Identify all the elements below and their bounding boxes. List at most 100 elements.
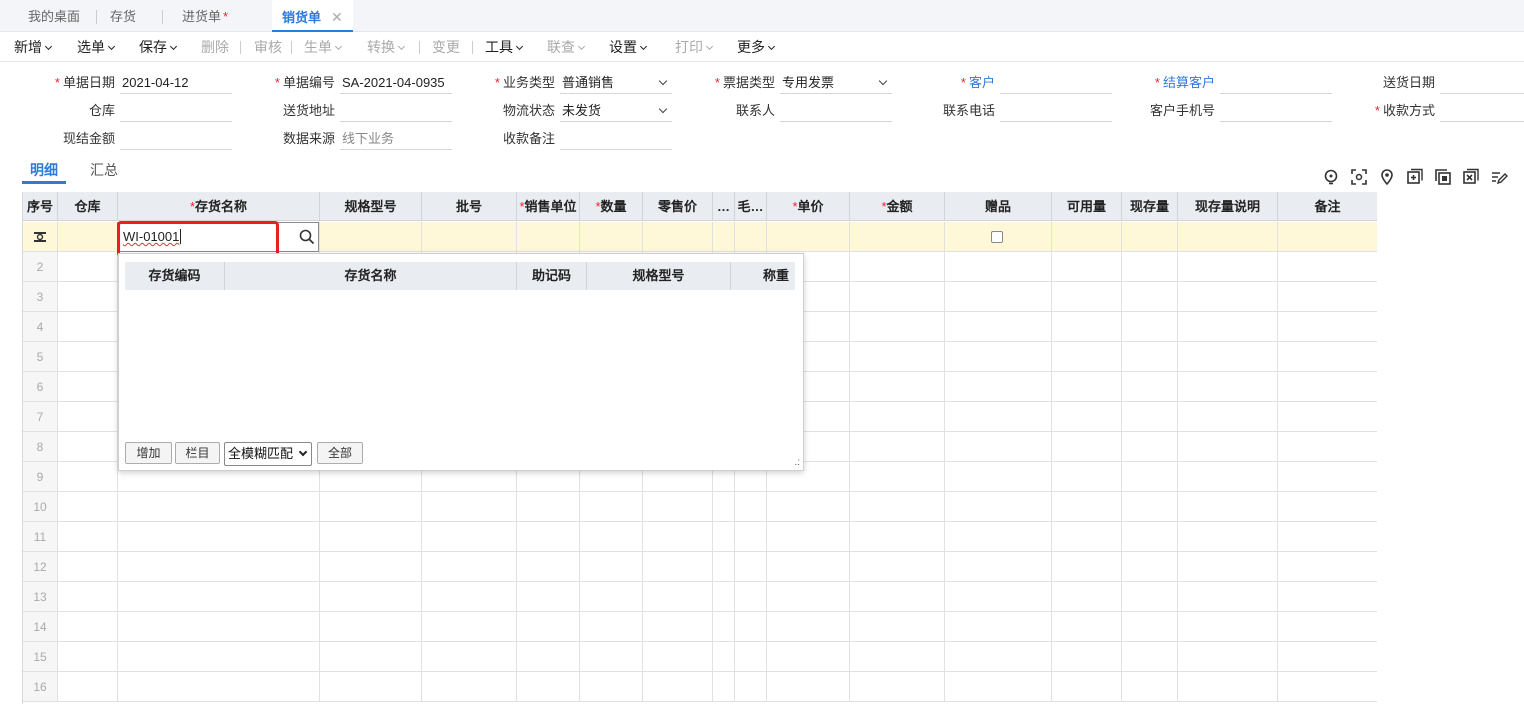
table-cell[interactable] [1278, 582, 1377, 612]
search-icon[interactable] [299, 229, 315, 245]
table-cell[interactable] [1122, 612, 1178, 642]
table-cell[interactable] [422, 222, 517, 252]
logistics_status-field[interactable]: 未发货 [560, 100, 672, 122]
table-cell[interactable] [58, 342, 118, 372]
table-cell[interactable] [850, 252, 945, 282]
table-cell[interactable] [1122, 672, 1178, 702]
table-cell[interactable] [422, 672, 517, 702]
table-cell[interactable] [1278, 492, 1377, 522]
column-header[interactable]: *单价 [767, 192, 850, 221]
add-button[interactable]: 增加 [125, 442, 172, 464]
table-cell[interactable] [1178, 612, 1278, 642]
tab-3[interactable]: 销货单 ✕ [272, 0, 353, 32]
resize-handle-icon[interactable]: .: [794, 458, 800, 468]
table-cell[interactable] [517, 582, 580, 612]
table-cell[interactable] [58, 462, 118, 492]
table-cell[interactable] [643, 492, 713, 522]
table-cell[interactable] [945, 222, 1052, 252]
table-cell[interactable] [1052, 312, 1122, 342]
column-header[interactable]: 现存量 [1122, 192, 1178, 221]
column-header[interactable]: *销售单位 [517, 192, 580, 221]
toolbar-button-6[interactable]: 转换 [367, 32, 406, 62]
customer_mobile-field[interactable] [1220, 100, 1332, 122]
table-cell[interactable] [1278, 222, 1377, 252]
table-cell[interactable] [945, 642, 1052, 672]
scan-icon[interactable] [1350, 168, 1368, 186]
table-cell[interactable] [850, 222, 945, 252]
table-cell[interactable] [1122, 642, 1178, 672]
toolbar-button-4[interactable]: 审核 [254, 32, 282, 62]
table-cell[interactable] [1278, 372, 1377, 402]
close-icon[interactable]: ✕ [331, 9, 343, 25]
table-cell[interactable] [1052, 552, 1122, 582]
table-cell[interactable] [1178, 372, 1278, 402]
table-cell[interactable] [320, 642, 422, 672]
match-mode-select[interactable]: 全模糊匹配 [224, 442, 312, 466]
table-cell[interactable] [945, 612, 1052, 642]
table-cell[interactable] [580, 492, 643, 522]
table-cell[interactable] [1178, 462, 1278, 492]
table-cell[interactable] [1122, 342, 1178, 372]
table-cell[interactable] [58, 432, 118, 462]
table-cell[interactable] [1178, 222, 1278, 252]
table-cell[interactable] [1122, 432, 1178, 462]
table-cell[interactable] [643, 582, 713, 612]
table-cell[interactable] [320, 492, 422, 522]
table-cell[interactable] [1052, 432, 1122, 462]
table-cell[interactable] [118, 582, 320, 612]
table-cell[interactable] [767, 582, 850, 612]
table-cell[interactable] [1052, 222, 1122, 252]
table-cell[interactable] [517, 552, 580, 582]
subtab-summary[interactable]: 汇总 [90, 158, 118, 184]
popup-column-header[interactable]: 助记码 [517, 262, 587, 290]
delete-row-icon[interactable] [1462, 168, 1480, 186]
table-cell[interactable] [1278, 552, 1377, 582]
cash_amount-field[interactable] [120, 128, 232, 150]
gift-checkbox[interactable] [991, 231, 1003, 243]
table-cell[interactable] [1178, 552, 1278, 582]
table-cell[interactable] [118, 612, 320, 642]
table-cell[interactable] [1122, 282, 1178, 312]
table-cell[interactable] [320, 552, 422, 582]
table-cell[interactable] [713, 642, 735, 672]
table-cell[interactable] [767, 492, 850, 522]
table-cell[interactable] [1278, 522, 1377, 552]
toolbar-button-2[interactable]: 保存 [139, 32, 178, 62]
table-cell[interactable] [713, 222, 735, 252]
tab-2[interactable]: 进货单 * [182, 0, 228, 32]
table-cell[interactable] [580, 672, 643, 702]
table-cell[interactable] [320, 522, 422, 552]
toolbar-button-11[interactable]: 打印 [675, 32, 714, 62]
table-cell[interactable] [945, 432, 1052, 462]
table-cell[interactable] [1052, 492, 1122, 522]
table-cell[interactable] [850, 492, 945, 522]
table-cell[interactable] [850, 282, 945, 312]
toolbar-button-7[interactable]: 变更 [432, 32, 460, 62]
table-cell[interactable] [735, 672, 767, 702]
table-cell[interactable] [58, 672, 118, 702]
table-cell[interactable] [735, 612, 767, 642]
table-cell[interactable] [735, 492, 767, 522]
table-cell[interactable] [1178, 342, 1278, 372]
table-cell[interactable] [118, 552, 320, 582]
table-cell[interactable] [58, 282, 118, 312]
subtab-detail[interactable]: 明细 [22, 158, 66, 184]
table-cell[interactable] [58, 642, 118, 672]
table-cell[interactable] [580, 552, 643, 582]
table-cell[interactable] [713, 522, 735, 552]
table-cell[interactable] [58, 552, 118, 582]
table-cell[interactable] [643, 672, 713, 702]
table-cell[interactable] [1052, 582, 1122, 612]
table-cell[interactable] [850, 432, 945, 462]
biz_type-field[interactable]: 普通销售 [560, 72, 672, 94]
table-cell[interactable] [713, 672, 735, 702]
table-cell[interactable] [643, 522, 713, 552]
table-cell[interactable] [945, 582, 1052, 612]
column-header[interactable]: 可用量 [1052, 192, 1122, 221]
table-cell[interactable] [643, 552, 713, 582]
receipt_note-field[interactable] [560, 128, 672, 150]
toolbar-button-3[interactable]: 删除 [201, 32, 229, 62]
table-cell[interactable] [1178, 252, 1278, 282]
table-cell[interactable] [735, 642, 767, 672]
table-cell[interactable] [945, 312, 1052, 342]
